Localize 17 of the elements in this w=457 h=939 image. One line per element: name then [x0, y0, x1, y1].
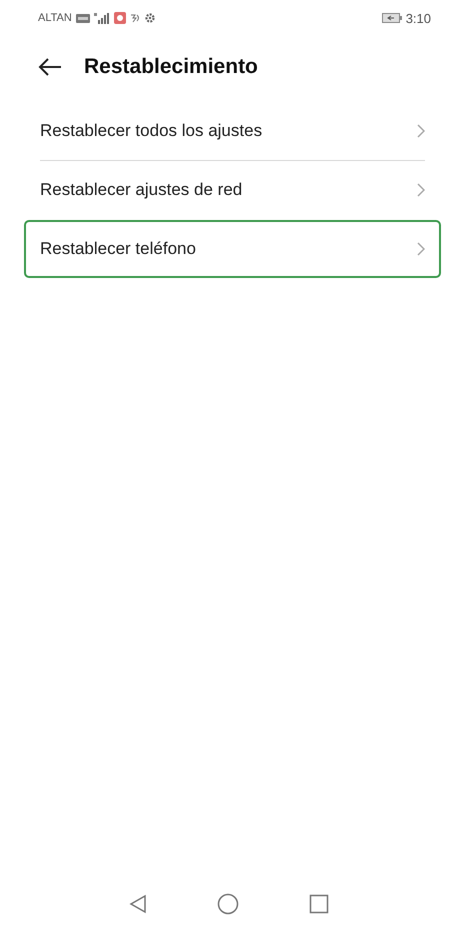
home-nav-icon[interactable]: [216, 893, 238, 915]
settings-item[interactable]: Restablecer ajustes de red: [24, 161, 441, 219]
clock-time: 3:10: [406, 10, 431, 26]
app-notification-icon: [114, 12, 126, 24]
back-arrow-icon[interactable]: [38, 58, 62, 76]
signal-icon: [94, 12, 110, 24]
chevron-icon: [417, 124, 425, 138]
page-title: Restablecimiento: [84, 55, 258, 79]
settings-item[interactable]: Restablecer todos los ajustes: [24, 102, 441, 160]
back-nav-icon[interactable]: [128, 894, 146, 914]
chevron-icon: [417, 183, 425, 197]
settings-item[interactable]: Restablecer teléfono: [24, 220, 441, 278]
gear-icon: [144, 13, 155, 23]
carrier-name: ALTAN: [38, 12, 72, 24]
battery-icon: [382, 13, 402, 23]
chevron-icon: [417, 242, 425, 256]
recents-nav-icon[interactable]: [308, 894, 328, 914]
